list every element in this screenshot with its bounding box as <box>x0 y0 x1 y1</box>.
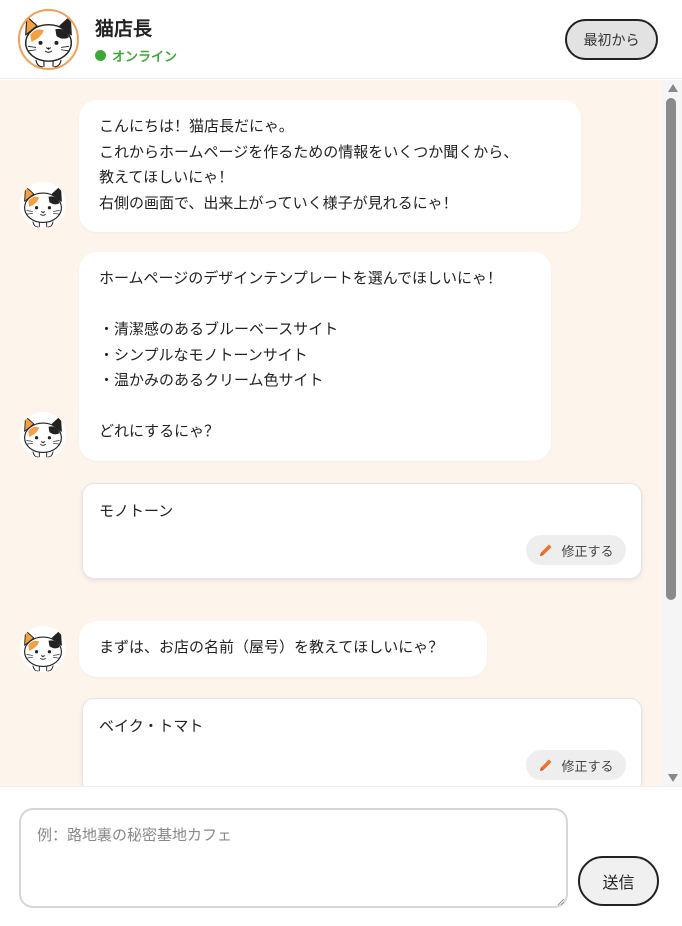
pencil-icon <box>540 544 552 556</box>
restart-button[interactable]: 最初から <box>565 19 658 60</box>
send-button[interactable]: 送信 <box>578 856 659 906</box>
edit-button-label: 修正する <box>561 544 614 560</box>
chat-title: 猫店長 <box>95 18 153 40</box>
edit-button-label: 修正する <box>561 759 614 775</box>
message-input[interactable] <box>19 808 568 908</box>
edit-button[interactable]: 修正する <box>526 750 626 780</box>
pencil-icon <box>540 759 552 771</box>
cat-avatar-icon <box>18 9 79 70</box>
chat-messages[interactable]: こんにちは！猫店長だにゃ。 これからホームページを作るための情報をいくつか聞くか… <box>0 80 662 786</box>
bot-message: こんにちは！猫店長だにゃ。 これからホームページを作るための情報をいくつか聞くか… <box>79 100 581 232</box>
scroll-up-arrow-icon[interactable] <box>668 84 678 92</box>
online-status: オンライン <box>95 46 177 65</box>
scrollbar-thumb[interactable] <box>666 98 676 600</box>
user-message: ベイク・トマト 修正する <box>82 698 642 786</box>
bot-message: まずは、お店の名前（屋号）を教えてほしいにゃ？ <box>79 621 487 677</box>
online-status-label: オンライン <box>112 50 178 65</box>
edit-button[interactable]: 修正する <box>526 535 626 565</box>
user-message-text: ベイク・トマト <box>99 717 204 735</box>
online-dot-icon <box>95 50 106 61</box>
user-message: モノトーン 修正する <box>82 483 642 579</box>
composer: 送信 <box>0 786 682 926</box>
cat-avatar-icon <box>20 412 66 458</box>
cat-avatar-icon <box>20 626 66 672</box>
cat-avatar-icon <box>20 182 66 228</box>
bot-message: ホームページのデザインテンプレートを選んでほしいにゃ！ ・清潔感のあるブルーベー… <box>79 252 551 461</box>
user-message-text: モノトーン <box>99 502 174 520</box>
scroll-down-arrow-icon[interactable] <box>668 774 678 782</box>
chat-header: 猫店長 オンライン 最初から <box>0 0 682 79</box>
resize-grip-icon[interactable] <box>556 897 565 906</box>
chat-scrollbar[interactable] <box>662 80 682 786</box>
